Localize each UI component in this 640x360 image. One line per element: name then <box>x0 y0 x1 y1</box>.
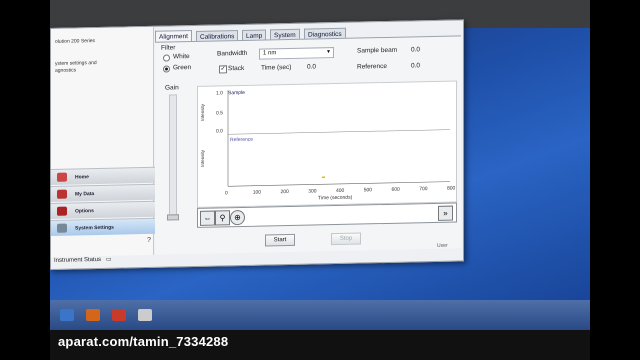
chevron-down-icon: ▾ <box>326 49 330 56</box>
y-tick: 0.0 <box>216 128 223 134</box>
x-tick: 0 <box>225 190 228 196</box>
x-tick: 400 <box>336 188 345 194</box>
fit-icon[interactable]: ⇔ <box>200 210 215 226</box>
reference-plot-title: Reference <box>230 137 253 143</box>
x-tick: 600 <box>392 187 401 193</box>
intensity-plot: Sample Reference Intensity Intensity 1.0… <box>197 80 457 208</box>
taskbar-icon[interactable] <box>86 309 100 321</box>
user-label: User <box>437 242 448 249</box>
nav-system-settings[interactable]: System Settings <box>51 217 155 236</box>
app-subtitle: ystem settings and agnostics <box>55 60 97 74</box>
bandwidth-label: Bandwidth <box>217 49 248 58</box>
filter-group-label: Filter <box>161 44 176 52</box>
folder-icon <box>57 189 67 199</box>
start-button[interactable]: Start <box>265 233 295 247</box>
stack-checkbox[interactable]: ✓ <box>219 65 227 74</box>
home-icon <box>57 172 67 182</box>
x-tick: 700 <box>419 186 428 192</box>
y-axis-label-upper: Intensity <box>200 103 205 121</box>
taskbar-icon[interactable] <box>112 309 126 321</box>
gain-slider-thumb[interactable] <box>167 214 179 221</box>
taskbar-icon[interactable] <box>60 309 74 321</box>
filter-white-radio[interactable] <box>163 54 170 62</box>
filter-white-label: White <box>173 53 190 61</box>
filter-green-label: Green <box>173 64 192 72</box>
stack-label: Stack <box>228 64 245 73</box>
sample-plot-title: Sample <box>228 90 245 96</box>
scroll-icon[interactable]: » <box>438 205 453 221</box>
nav-options[interactable]: Options <box>51 200 155 219</box>
x-tick: 500 <box>364 187 373 193</box>
x-tick: 300 <box>308 188 317 194</box>
watermark: aparat.com/tamin_7334288 <box>58 334 229 349</box>
bandwidth-select[interactable]: 1 nm ▾ <box>259 47 334 60</box>
nav-home[interactable]: Home <box>51 166 155 185</box>
y-axis-label-lower: Intensity <box>200 149 205 167</box>
gain-label: Gain <box>165 84 179 92</box>
x-tick: 800 <box>447 186 456 192</box>
wrench-icon <box>57 206 67 216</box>
sample-beam-value: 0.0 <box>411 46 421 54</box>
x-tick: 100 <box>253 190 262 196</box>
instrument-status[interactable]: Instrument Status ▭ <box>51 255 155 267</box>
x-tick: 200 <box>281 189 290 195</box>
status-icon: ▭ <box>105 256 112 263</box>
y-tick: 1.0 <box>216 90 223 96</box>
reference-label: Reference <box>357 62 387 71</box>
x-axis-label: Time (seconds) <box>318 195 353 202</box>
help-icon[interactable]: ? <box>147 237 151 244</box>
crosshair-icon[interactable]: ⊕ <box>230 209 245 226</box>
nav-my-data[interactable]: My Data <box>51 183 155 202</box>
time-value: 0.0 <box>307 63 317 71</box>
windows-taskbar <box>50 300 590 330</box>
reference-value: 0.0 <box>411 62 421 70</box>
alignment-panel: Filter White Green Bandwidth 1 nm ▾ ✓ St… <box>155 35 461 255</box>
y-tick: 0.5 <box>216 110 223 116</box>
screen-photo: olution 200 Series ystem settings and ag… <box>50 0 590 360</box>
application-window: olution 200 Series ystem settings and ag… <box>50 19 464 270</box>
stop-button[interactable]: Stop <box>331 232 361 246</box>
gain-slider-track[interactable] <box>169 94 177 217</box>
plot-svg: Sample Reference Intensity Intensity 1.0… <box>200 90 456 202</box>
taskbar-icon[interactable] <box>138 309 152 321</box>
zoom-icon[interactable]: ⚲ <box>215 210 230 226</box>
gear-icon <box>57 223 67 233</box>
plot-toolbar: ⇔ ⚲ ⊕ » <box>197 202 457 228</box>
time-label: Time (sec) <box>261 63 292 72</box>
sample-beam-label: Sample beam <box>357 46 398 55</box>
filter-green-radio[interactable] <box>163 65 170 73</box>
